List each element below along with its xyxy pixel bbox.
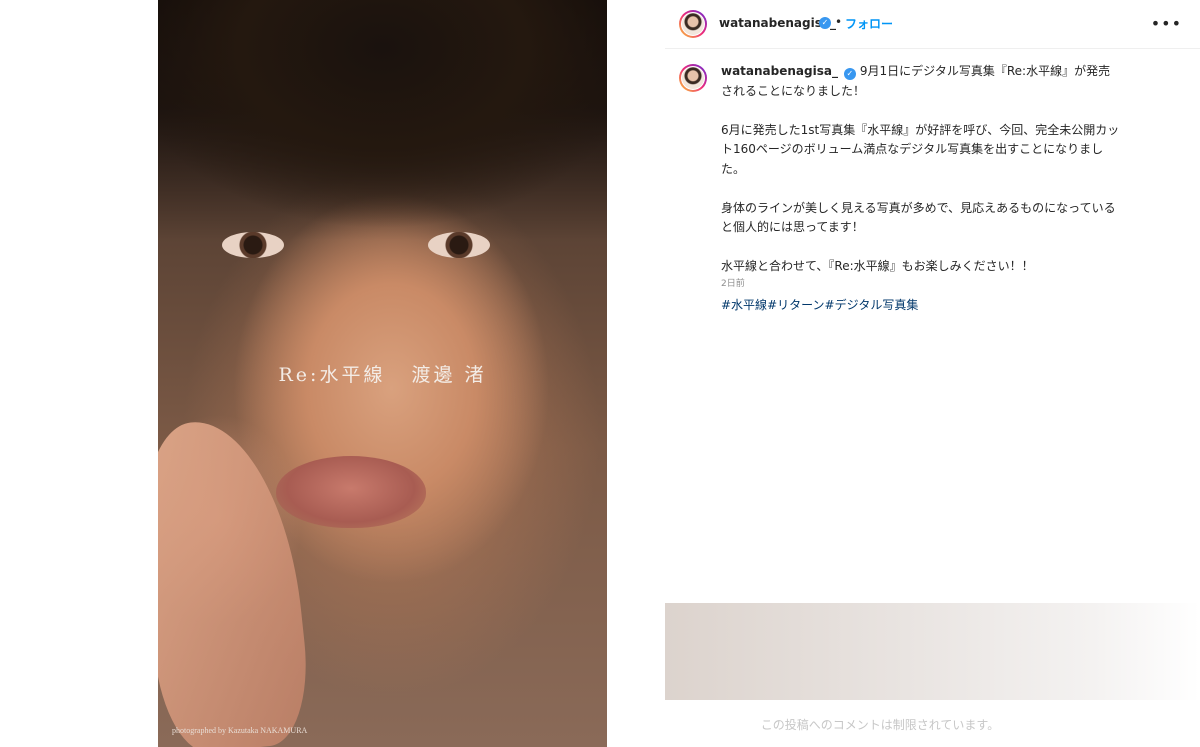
photo-credit: photographed by Kazutaka NAKAMURA (172, 726, 308, 735)
post-caption: watanabenagisa_ ✓ 9月1日にデジタル写真集『Re:水平線』が発売… (721, 62, 1121, 335)
blurred-overlay (665, 603, 1200, 700)
header-separator: • (835, 15, 843, 29)
follow-button[interactable]: フォロー (845, 15, 893, 32)
photo-hair-shape (158, 0, 607, 240)
hashtag-link[interactable]: #リターン (767, 298, 824, 312)
hashtag-link[interactable]: #デジタル写真集 (825, 298, 919, 312)
hashtag-list: #水平線#リターン#デジタル写真集 (721, 296, 1121, 316)
cover-title: Re:水平線 渡邊 渚 (158, 360, 607, 387)
photo-right-eye (428, 232, 490, 258)
comments-disabled-notice: この投稿へのコメントは制限されています。 (760, 718, 1000, 732)
photo-left-eye (222, 232, 284, 258)
photo-hand (158, 413, 315, 747)
caption-paragraph: 水平線と合わせて、『Re:水平線』もお楽しみください！！ (721, 259, 1034, 273)
more-horizontal-icon[interactable]: ••• (1151, 14, 1182, 33)
post-image[interactable]: Re:水平線 渡邊 渚 photographed by Kazutaka NAKA… (158, 0, 607, 747)
cover-title-name: 渡邊 渚 (411, 364, 487, 386)
instagram-post-page: Re:水平線 渡邊 渚 photographed by Kazutaka NAKA… (0, 0, 1200, 747)
caption-avatar[interactable] (679, 64, 707, 92)
verified-badge-icon: ✓ (819, 17, 831, 29)
cover-title-main: Re:水平線 (278, 364, 386, 386)
post-header: watanabenagisa_ ✓ • フォロー ••• (665, 0, 1200, 49)
photo-lips (276, 456, 426, 528)
avatar[interactable] (679, 10, 707, 38)
caption-paragraph: 6月に発売した1st写真集『水平線』が好評を呼び、今回、完全未公開カット160ペ… (721, 122, 1120, 176)
post-side-panel: watanabenagisa_ ✓ • フォロー ••• watanabenag… (665, 0, 1200, 747)
caption-paragraph: 身体のラインが美しく見える写真が多めで、見応えあるものになっていると個人的には思… (721, 200, 1116, 235)
verified-badge-icon: ✓ (843, 68, 856, 80)
caption-username[interactable]: watanabenagisa_ (721, 64, 838, 78)
post-timestamp[interactable]: 2日前 (721, 276, 745, 289)
hashtag-link[interactable]: #水平線 (721, 298, 767, 312)
